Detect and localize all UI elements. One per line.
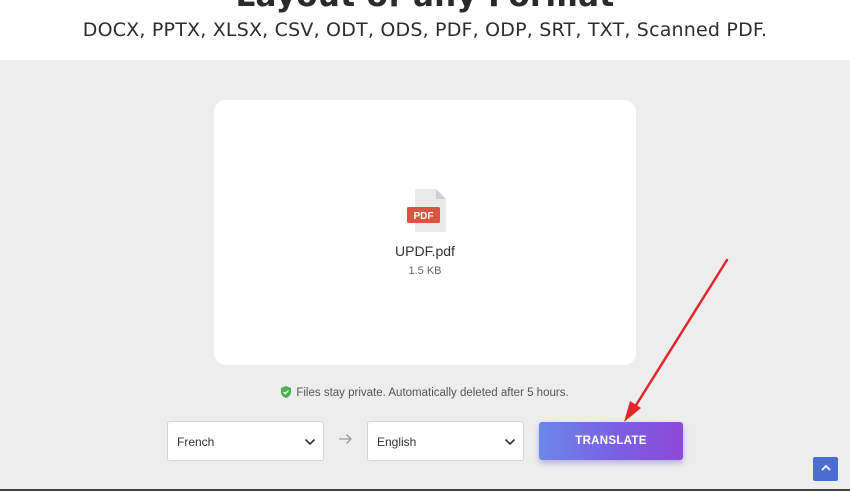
supported-formats: DOCX, PPTX, XLSX, CSV, ODT, ODS, PDF, OD… (82, 19, 768, 41)
chevron-up-icon (820, 464, 831, 471)
pdf-file-icon: PDF (407, 188, 451, 234)
right-arrow-icon (338, 432, 353, 450)
shield-check-icon (281, 386, 292, 401)
source-language-select[interactable]: French (167, 421, 324, 461)
chevron-down-icon (504, 435, 516, 453)
scroll-to-top-button[interactable] (813, 457, 838, 481)
translate-button[interactable]: TRANSLATE (539, 422, 683, 460)
privacy-notice: Files stay private. Automatically delete… (0, 386, 850, 401)
uploaded-file-card[interactable]: PDF UPDF.pdf 1.5 KB (214, 100, 636, 365)
source-language-value: French (177, 435, 215, 449)
header-band: Layout of any Format DOCX, PPTX, XLSX, C… (0, 0, 850, 60)
chevron-down-icon (304, 435, 316, 453)
target-language-value: English (377, 435, 417, 449)
pdf-badge-label: PDF (414, 211, 434, 222)
file-name: UPDF.pdf (395, 243, 455, 259)
target-language-select[interactable]: English (367, 421, 524, 461)
page-title: Layout of any Format (0, 0, 850, 14)
file-size: 1.5 KB (408, 265, 442, 277)
privacy-text: Files stay private. Automatically delete… (296, 387, 569, 399)
